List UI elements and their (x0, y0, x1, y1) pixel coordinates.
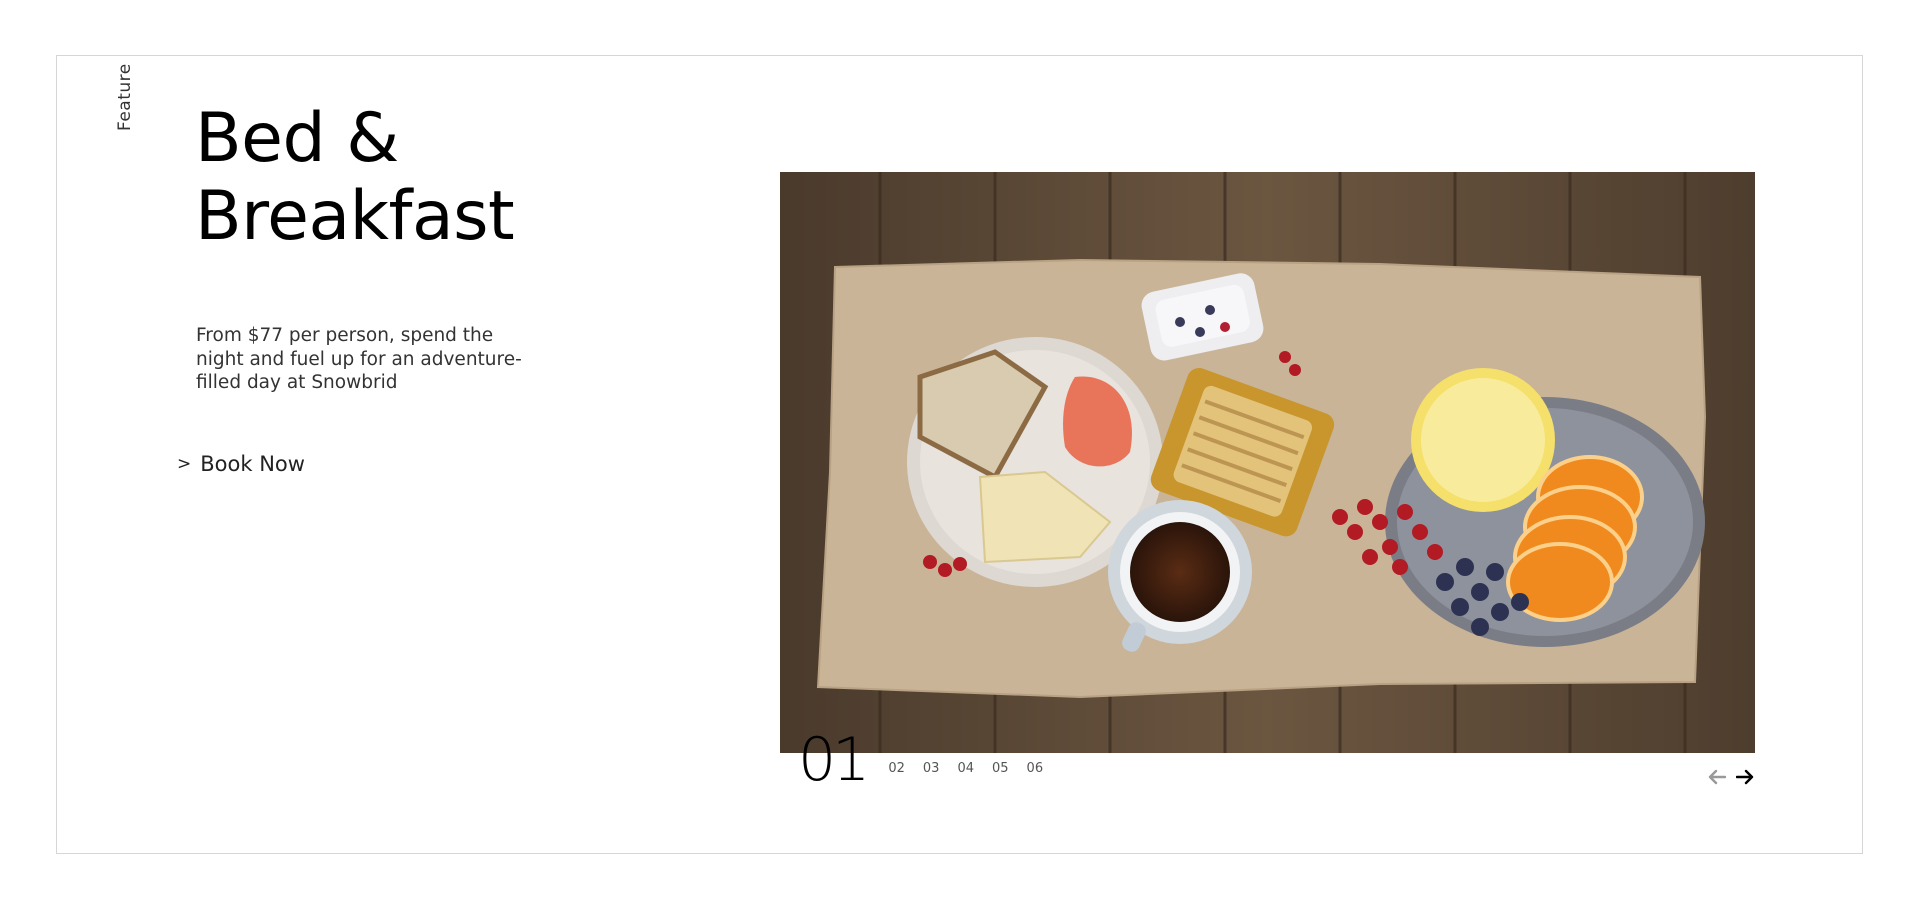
slide-05-link[interactable]: 05 (992, 761, 1009, 776)
slider-arrows (1707, 767, 1755, 787)
breakfast-photo (780, 172, 1755, 753)
book-now-link[interactable]: > Book Now (177, 452, 305, 476)
book-now-label: Book Now (200, 452, 305, 476)
arrow-left-icon (1708, 769, 1726, 785)
page-title: Bed & Breakfast (195, 100, 715, 256)
next-slide-button[interactable] (1735, 767, 1755, 787)
title-line-1: Bed & (195, 99, 399, 178)
title-line-2: Breakfast (195, 177, 515, 256)
slider-pager: 01 02 03 04 05 06 (798, 725, 1061, 795)
chevron-right-icon: > (177, 454, 192, 474)
slide-02-link[interactable]: 02 (888, 761, 905, 776)
current-slide-number: 01 (798, 725, 870, 795)
slide-06-link[interactable]: 06 (1027, 761, 1044, 776)
arrow-right-icon (1736, 769, 1754, 785)
feature-description: From $77 per person, spend the night and… (196, 325, 522, 393)
section-label: Feature (115, 63, 135, 131)
slide-index-list: 02 03 04 05 06 (888, 761, 1061, 776)
prev-slide-button[interactable] (1707, 767, 1727, 787)
slide-03-link[interactable]: 03 (923, 761, 940, 776)
slide-04-link[interactable]: 04 (957, 761, 974, 776)
